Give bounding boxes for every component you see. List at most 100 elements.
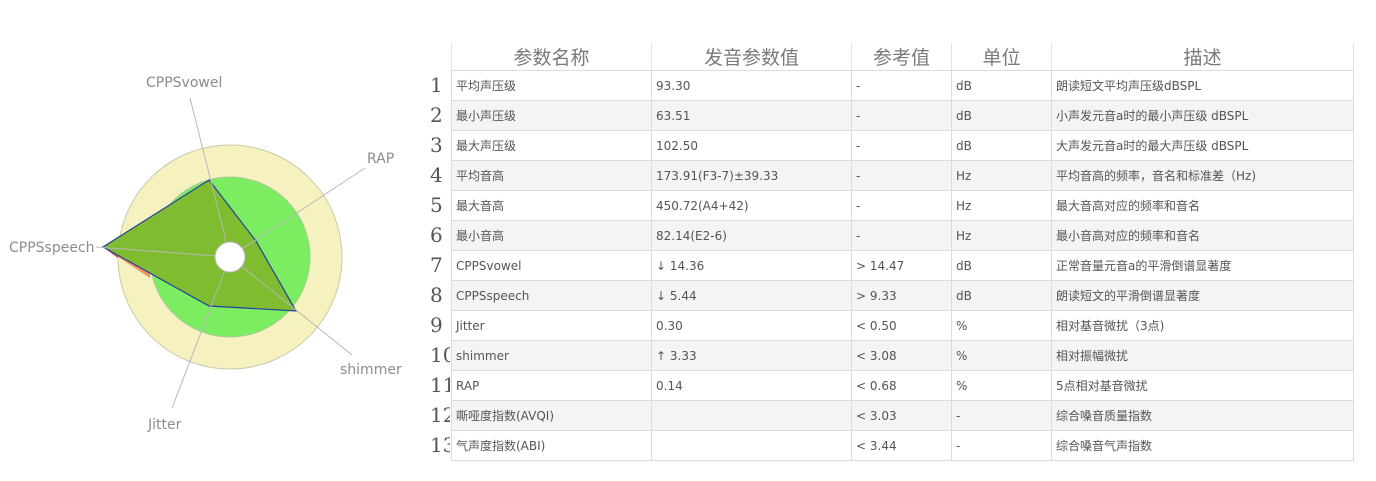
row-number: 2 — [430, 103, 443, 127]
cell-unit: % — [951, 340, 1052, 371]
cell-description: 综合嗓音质量指数 — [1051, 400, 1354, 431]
table-row: 平均声压级 93.30 - dB 朗读短文平均声压级dBSPL — [451, 70, 1354, 101]
cell-unit: dB — [951, 130, 1052, 161]
cell-unit: dB — [951, 250, 1052, 281]
table-row: 最大声压级 102.50 - dB 大声发元音a时的最大声压级 dBSPL — [451, 130, 1354, 161]
cell-reference: - — [851, 70, 952, 101]
row-number: 6 — [430, 223, 443, 247]
row-number: 11 — [430, 373, 450, 397]
cell-param-value — [651, 400, 852, 431]
header-description: 描述 — [1051, 43, 1354, 71]
cell-param-name: Jitter — [451, 310, 652, 341]
cell-reference: - — [851, 220, 952, 251]
center-hole — [214, 241, 246, 273]
cell-reference: - — [851, 160, 952, 191]
cell-reference: < 0.68 — [851, 370, 952, 401]
cell-description: 最小音高对应的频率和音名 — [1051, 220, 1354, 251]
cell-param-value: 450.72(A4+42) — [651, 190, 852, 221]
cell-param-name: 嘶哑度指数(AVQI) — [451, 400, 652, 431]
cell-reference: < 0.50 — [851, 310, 952, 341]
cell-param-value: ↑ 3.33 — [651, 340, 852, 371]
row-number: 3 — [430, 133, 443, 157]
cell-description: 平均音高的频率，音名和标准差（Hz) — [1051, 160, 1354, 191]
cell-unit: - — [951, 430, 1052, 461]
axis-label-cppsspeech: CPPSspeech — [9, 240, 95, 256]
axis-label-cppsvowel: CPPSvowel — [146, 75, 222, 91]
cell-description: 朗读短文平均声压级dBSPL — [1051, 70, 1354, 101]
row-number: 8 — [430, 283, 443, 307]
voice-radar-chart: CPPSvowel RAP shimmer Jitter CPPSspeech — [9, 75, 402, 433]
table-row: 气声度指数(ABI) < 3.44 - 综合嗓音气声指数 — [451, 430, 1354, 461]
cell-param-name: 平均音高 — [451, 160, 652, 191]
row-number: 7 — [430, 253, 443, 277]
table-row: 平均音高 173.91(F3-7)±39.33 - Hz 平均音高的频率，音名和… — [451, 160, 1354, 191]
cell-param-name: shimmer — [451, 340, 652, 371]
row-number: 13 — [430, 433, 450, 457]
cell-param-value: 93.30 — [651, 70, 852, 101]
row-number: 4 — [430, 163, 443, 187]
cell-description: 综合嗓音气声指数 — [1051, 430, 1354, 461]
row-number: 1 — [430, 73, 443, 97]
axis-label-jitter: Jitter — [147, 417, 182, 433]
cell-unit: - — [951, 400, 1052, 431]
cell-unit: dB — [951, 70, 1052, 101]
table-row: RAP 0.14 < 0.68 % 5点相对基音微扰 — [451, 370, 1354, 401]
cell-reference: - — [851, 130, 952, 161]
cell-param-name: CPPSvowel — [451, 250, 652, 281]
cell-param-value: ↓ 5.44 — [651, 280, 852, 311]
header-unit: 单位 — [951, 43, 1052, 71]
cell-param-name: 最小声压级 — [451, 100, 652, 131]
cell-param-value — [651, 430, 852, 461]
header-reference: 参考值 — [851, 43, 952, 71]
cell-description: 最大音高对应的频率和音名 — [1051, 190, 1354, 221]
table-row: CPPSspeech ↓ 5.44 > 9.33 dB 朗读短文的平滑倒谱显著度 — [451, 280, 1354, 311]
cell-param-name: 最大声压级 — [451, 130, 652, 161]
cell-reference: - — [851, 100, 952, 131]
cell-param-value: 0.30 — [651, 310, 852, 341]
cell-description: 5点相对基音微扰 — [1051, 370, 1354, 401]
table-row: CPPSvowel ↓ 14.36 > 14.47 dB 正常音量元音a的平滑倒… — [451, 250, 1354, 281]
cell-description: 小声发元音a时的最小声压级 dBSPL — [1051, 100, 1354, 131]
cell-reference: > 14.47 — [851, 250, 952, 281]
cell-unit: Hz — [951, 160, 1052, 191]
table-row: 最小声压级 63.51 - dB 小声发元音a时的最小声压级 dBSPL — [451, 100, 1354, 131]
row-number: 12 — [430, 403, 450, 427]
table-row: 最小音高 82.14(E2-6) - Hz 最小音高对应的频率和音名 — [451, 220, 1354, 251]
cell-param-name: 最大音高 — [451, 190, 652, 221]
cell-reference: < 3.03 — [851, 400, 952, 431]
cell-description: 正常音量元音a的平滑倒谱显著度 — [1051, 250, 1354, 281]
cell-param-value: 82.14(E2-6) — [651, 220, 852, 251]
cell-param-value: 173.91(F3-7)±39.33 — [651, 160, 852, 191]
cell-unit: dB — [951, 280, 1052, 311]
table-header-row: 参数名称 发音参数值 参考值 单位 描述 — [451, 43, 1354, 71]
cell-reference: < 3.08 — [851, 340, 952, 371]
parameter-table-container: 参数名称 发音参数值 参考值 单位 描述 平均声压级 93.30 - dB 朗读… — [451, 43, 1354, 461]
cell-reference: - — [851, 190, 952, 221]
cell-param-name: 气声度指数(ABI) — [451, 430, 652, 461]
row-number-column: 1 2 3 4 5 6 7 8 9 10 11 12 13 — [430, 70, 450, 460]
cell-param-value: 0.14 — [651, 370, 852, 401]
cell-param-value: ↓ 14.36 — [651, 250, 852, 281]
table-row: Jitter 0.30 < 0.50 % 相对基音微扰（3点) — [451, 310, 1354, 341]
cell-unit: Hz — [951, 220, 1052, 251]
table-row: 嘶哑度指数(AVQI) < 3.03 - 综合嗓音质量指数 — [451, 400, 1354, 431]
cell-description: 朗读短文的平滑倒谱显著度 — [1051, 280, 1354, 311]
cell-param-name: 平均声压级 — [451, 70, 652, 101]
row-number: 5 — [430, 193, 443, 217]
cell-param-name: 最小音高 — [451, 220, 652, 251]
cell-param-value: 63.51 — [651, 100, 852, 131]
axis-label-rap: RAP — [367, 151, 394, 167]
cell-param-value: 102.50 — [651, 130, 852, 161]
voice-parameter-table: 参数名称 发音参数值 参考值 单位 描述 平均声压级 93.30 - dB 朗读… — [451, 43, 1354, 461]
cell-param-name: RAP — [451, 370, 652, 401]
row-number: 10 — [430, 343, 450, 367]
axis-label-shimmer: shimmer — [340, 362, 402, 378]
cell-reference: < 3.44 — [851, 430, 952, 461]
row-number: 9 — [430, 313, 443, 337]
table-row: shimmer ↑ 3.33 < 3.08 % 相对振幅微扰 — [451, 340, 1354, 371]
cell-unit: % — [951, 310, 1052, 341]
cell-description: 大声发元音a时的最大声压级 dBSPL — [1051, 130, 1354, 161]
table-row: 最大音高 450.72(A4+42) - Hz 最大音高对应的频率和音名 — [451, 190, 1354, 221]
cell-unit: % — [951, 370, 1052, 401]
cell-param-name: CPPSspeech — [451, 280, 652, 311]
